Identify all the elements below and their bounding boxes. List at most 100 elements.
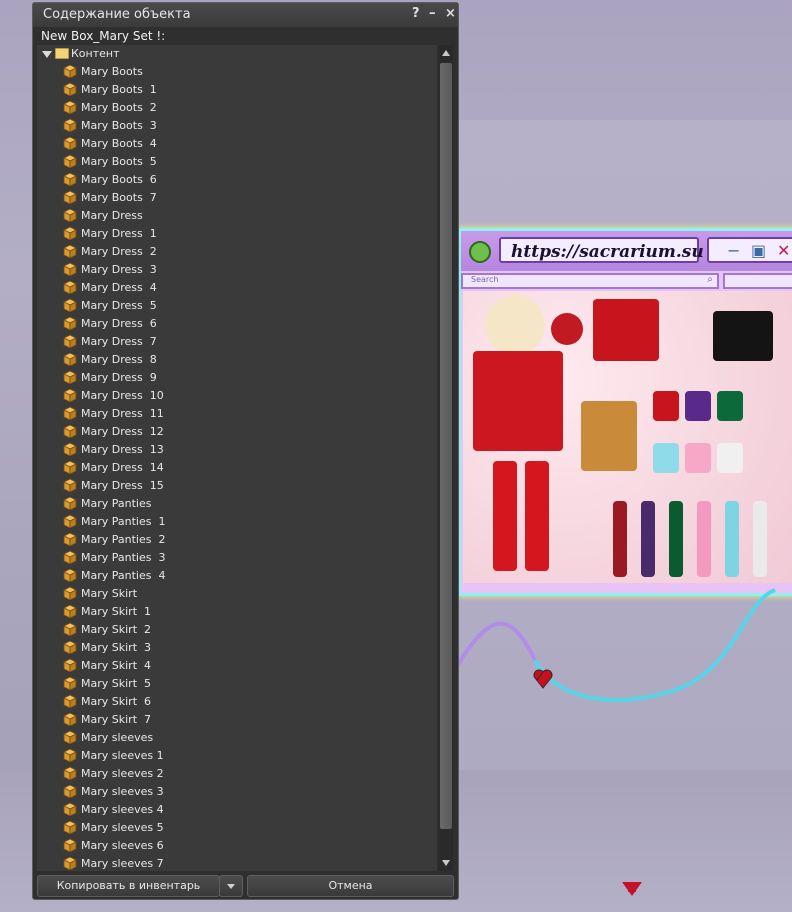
list-item-label: Mary Skirt 3	[81, 641, 151, 654]
list-item[interactable]: Mary Dress 9	[37, 369, 437, 387]
list-item[interactable]: Mary Panties 4	[37, 567, 437, 585]
box-icon	[63, 784, 77, 799]
list-item[interactable]: Mary Skirt 7	[37, 711, 437, 729]
model-head	[485, 295, 545, 355]
list-item[interactable]: Mary Dress 8	[37, 351, 437, 369]
list-item[interactable]: Mary Boots 5	[37, 153, 437, 171]
close-button[interactable]: ×	[445, 6, 456, 21]
list-item[interactable]: Mary Skirt	[37, 585, 437, 603]
boot-5	[725, 501, 739, 577]
box-icon	[63, 712, 77, 727]
triangle-down-icon[interactable]	[42, 51, 52, 58]
object-contents-window[interactable]: Содержание объекта ? – × New Box_Mary Se…	[32, 2, 459, 900]
list-item[interactable]: Mary Boots 2	[37, 99, 437, 117]
list-item[interactable]: Mary Dress 2	[37, 243, 437, 261]
garment-gold	[581, 401, 637, 471]
list-item[interactable]: Mary Dress 10	[37, 387, 437, 405]
box-icon	[63, 550, 77, 565]
help-button[interactable]: ?	[412, 6, 420, 21]
list-item[interactable]: Mary Panties 1	[37, 513, 437, 531]
list-item[interactable]: Mary sleeves	[37, 729, 437, 747]
scrollbar[interactable]	[439, 45, 453, 871]
list-item[interactable]: Mary Boots 3	[37, 117, 437, 135]
boot-2	[641, 501, 655, 577]
box-icon	[63, 100, 77, 115]
scrollbar-thumb[interactable]	[440, 63, 452, 829]
list-item-label: Mary sleeves 4	[81, 803, 164, 816]
box-icon	[63, 766, 77, 781]
list-item[interactable]: Mary sleeves 4	[37, 801, 437, 819]
list-item[interactable]: Mary Dress 4	[37, 279, 437, 297]
copy-to-inventory-button[interactable]: Копировать в инвентарь	[37, 875, 220, 897]
box-icon	[63, 694, 77, 709]
list-item[interactable]: Mary Panties 3	[37, 549, 437, 567]
garment-black	[713, 311, 773, 361]
list-item[interactable]: Mary Boots 1	[37, 81, 437, 99]
list-item[interactable]: Mary sleeves 5	[37, 819, 437, 837]
minimize-button[interactable]: –	[429, 6, 436, 21]
list-item[interactable]: Mary Panties 2	[37, 531, 437, 549]
list-item[interactable]: Mary sleeves 3	[37, 783, 437, 801]
box-icon	[63, 802, 77, 817]
box-icon	[63, 388, 77, 403]
copy-options-dropdown[interactable]	[219, 875, 243, 897]
list-item-label: Mary Panties	[81, 497, 152, 510]
list-item[interactable]: Mary sleeves 2	[37, 765, 437, 783]
list-item[interactable]: Mary Boots 4	[37, 135, 437, 153]
list-item[interactable]: Mary Skirt 2	[37, 621, 437, 639]
list-item[interactable]: Mary Dress 5	[37, 297, 437, 315]
model-boot-left	[493, 461, 517, 571]
list-item[interactable]: Mary Skirt 5	[37, 675, 437, 693]
box-icon	[63, 406, 77, 421]
box-icon	[63, 676, 77, 691]
list-item[interactable]: Mary Panties	[37, 495, 437, 513]
list-item[interactable]: Mary Dress 6	[37, 315, 437, 333]
down-arrow-icon	[622, 882, 642, 896]
contents-tree[interactable]: Контент Mary Boots Mary Boots 1 Mary Boots…	[37, 45, 437, 871]
list-item[interactable]: Mary Dress 11	[37, 405, 437, 423]
list-item-label: Mary sleeves 7	[81, 857, 164, 870]
cancel-button[interactable]: Отмена	[247, 875, 454, 897]
list-item[interactable]: Mary Boots	[37, 63, 437, 81]
list-item-label: Mary Dress 11	[81, 407, 164, 420]
search-icon: ⌕	[707, 274, 713, 285]
list-item[interactable]: Mary Dress 14	[37, 459, 437, 477]
box-icon	[63, 334, 77, 349]
list-item[interactable]: Mary Skirt 6	[37, 693, 437, 711]
list-item[interactable]: Mary Dress 7	[37, 333, 437, 351]
box-icon	[63, 262, 77, 277]
list-item[interactable]: Mary sleeves 7	[37, 855, 437, 871]
folder-row[interactable]: Контент	[37, 45, 437, 63]
list-item[interactable]: Mary Boots 6	[37, 171, 437, 189]
window-titlebar[interactable]: Содержание объекта ? – ×	[33, 3, 458, 27]
list-item[interactable]: Mary Dress 12	[37, 423, 437, 441]
list-item[interactable]: Mary Dress 15	[37, 477, 437, 495]
scroll-up-arrow-icon[interactable]	[442, 50, 450, 56]
list-item[interactable]: Mary Dress 1	[37, 225, 437, 243]
list-item[interactable]: Mary Skirt 4	[37, 657, 437, 675]
list-item-label: Mary Dress 15	[81, 479, 164, 492]
window-title: Содержание объекта	[43, 7, 191, 22]
list-item-label: Mary Panties 2	[81, 533, 166, 546]
alien-icon	[469, 241, 491, 263]
list-item[interactable]: Mary Boots 7	[37, 189, 437, 207]
scroll-down-arrow-icon[interactable]	[442, 860, 450, 866]
list-item[interactable]: Mary sleeves 6	[37, 837, 437, 855]
list-item-label: Mary Skirt 1	[81, 605, 151, 618]
list-item-label: Mary Panties 3	[81, 551, 166, 564]
list-item[interactable]: Mary Dress 3	[37, 261, 437, 279]
box-icon	[63, 82, 77, 97]
list-item-label: Mary Dress 1	[81, 227, 157, 240]
list-item[interactable]: Mary Dress	[37, 207, 437, 225]
list-item[interactable]: Mary Dress 13	[37, 441, 437, 459]
box-icon	[63, 460, 77, 475]
list-item-label: Mary Skirt 6	[81, 695, 151, 708]
list-item[interactable]: Mary sleeves 1	[37, 747, 437, 765]
list-item-label: Mary Skirt 2	[81, 623, 151, 636]
list-item[interactable]: Mary Skirt 1	[37, 603, 437, 621]
list-item-label: Mary Dress 8	[81, 353, 157, 366]
list-item-label: Mary Boots 3	[81, 119, 157, 132]
list-item-label: Mary Dress	[81, 209, 143, 222]
list-item-label: Mary sleeves 3	[81, 785, 164, 798]
list-item[interactable]: Mary Skirt 3	[37, 639, 437, 657]
